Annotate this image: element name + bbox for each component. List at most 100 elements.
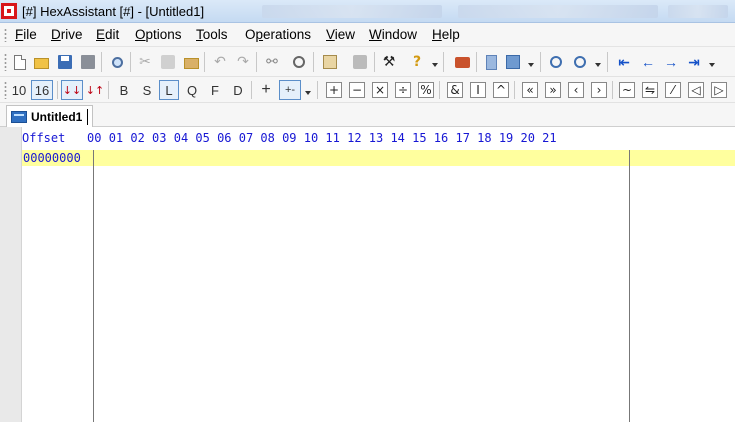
- search-hex-button[interactable]: [546, 52, 566, 72]
- toolbar-separator: [317, 81, 318, 99]
- document-button[interactable]: [481, 52, 501, 72]
- app-icon[interactable]: [1, 3, 17, 19]
- negate-button[interactable]: ⁄: [663, 80, 683, 100]
- search-text-button[interactable]: [570, 52, 590, 72]
- toolbar-grip[interactable]: [4, 53, 7, 71]
- scissors-icon: ✂: [139, 54, 151, 70]
- menu-tools[interactable]: Tools: [196, 27, 228, 42]
- paste-button[interactable]: [181, 52, 201, 72]
- toolbar-separator: [514, 81, 515, 99]
- shift-right-button[interactable]: »: [543, 80, 563, 100]
- tools-button[interactable]: ⚒: [379, 52, 399, 72]
- go-forward-button[interactable]: →: [661, 52, 681, 72]
- open-file-button[interactable]: [31, 52, 51, 72]
- rotate-right-button[interactable]: ›: [589, 80, 609, 100]
- invert-button[interactable]: ~: [617, 80, 637, 100]
- width-double-button[interactable]: D: [228, 80, 248, 100]
- document-tab-untitled1[interactable]: Untitled1: [6, 105, 94, 127]
- xor-button[interactable]: ^: [491, 80, 511, 100]
- base-10-button[interactable]: 10: [9, 80, 29, 100]
- percent-icon: %: [418, 82, 434, 98]
- modulo-button[interactable]: %: [416, 80, 436, 100]
- menu-grip[interactable]: [4, 28, 7, 42]
- menu-options[interactable]: Options: [135, 27, 182, 42]
- multiply-button[interactable]: ×: [370, 80, 390, 100]
- little-endian-button[interactable]: ↓↓: [61, 80, 83, 100]
- toolbar-grip[interactable]: [4, 81, 7, 99]
- signed-add-button[interactable]: +: [256, 80, 276, 100]
- search-text-icon: [574, 56, 586, 68]
- or-icon: I: [470, 82, 486, 98]
- navigate-dropdown-chevron-icon[interactable]: [709, 63, 715, 67]
- width-short-button[interactable]: S: [137, 80, 157, 100]
- rotate-left-button[interactable]: ‹: [566, 80, 586, 100]
- menu-operations[interactable]: Operations: [245, 27, 311, 42]
- help-dropdown-chevron-icon[interactable]: [432, 63, 438, 67]
- and-button[interactable]: &: [445, 80, 465, 100]
- invert-icon: ~: [619, 82, 635, 98]
- swap-button[interactable]: ⇋: [640, 80, 660, 100]
- hex-column-header: Offset 00 01 02 03 04 05 06 07 08 09 10 …: [22, 131, 557, 145]
- background-window-title-blurred-2: [458, 5, 658, 18]
- bookmark-button[interactable]: [503, 52, 523, 72]
- go-back-button[interactable]: ←: [638, 52, 658, 72]
- copy-button[interactable]: [158, 52, 178, 72]
- toolbox-button[interactable]: [452, 52, 472, 72]
- menu-drive[interactable]: Drive: [51, 27, 83, 42]
- mirror-left-button[interactable]: ◁: [686, 80, 706, 100]
- add-button[interactable]: +: [324, 80, 344, 100]
- title-bar: [#] HexAssistant [#] - [Untitled1]: [0, 0, 735, 23]
- undo-button[interactable]: ↶: [210, 52, 230, 72]
- or-button[interactable]: I: [468, 80, 488, 100]
- new-file-button[interactable]: [10, 52, 30, 72]
- print-preview-button[interactable]: [107, 52, 127, 72]
- sign-toggle-button[interactable]: +-: [279, 80, 301, 100]
- sign-dropdown-chevron-icon[interactable]: [305, 91, 311, 95]
- toolbar-separator: [540, 52, 541, 72]
- undo-icon: ↶: [214, 54, 226, 70]
- toolbox-icon: [454, 56, 470, 68]
- toolbar-separator: [439, 81, 440, 99]
- toolbar-separator: [443, 52, 444, 72]
- background-window-title-blurred: [262, 5, 442, 18]
- copy-icon: [161, 55, 175, 69]
- toolbar-separator: [101, 52, 102, 72]
- width-quad-button[interactable]: Q: [182, 80, 202, 100]
- hex-editor-view[interactable]: Offset 00 01 02 03 04 05 06 07 08 09 10 …: [0, 127, 735, 422]
- menu-file[interactable]: File: [15, 27, 37, 42]
- shift-left-button[interactable]: «: [520, 80, 540, 100]
- big-endian-button[interactable]: ↓↑: [85, 80, 105, 100]
- width-float-button[interactable]: F: [205, 80, 225, 100]
- bookmark-dropdown-chevron-icon[interactable]: [528, 63, 534, 67]
- document-tab-strip: Untitled1: [0, 103, 735, 127]
- width-byte-button[interactable]: B: [114, 80, 134, 100]
- save-all-button[interactable]: [78, 52, 98, 72]
- base-16-button[interactable]: 16: [31, 80, 53, 100]
- mirror-right-button[interactable]: ▷: [709, 80, 729, 100]
- find-next-button[interactable]: [289, 52, 309, 72]
- shift-left-icon: «: [522, 82, 538, 98]
- width-long-button[interactable]: L: [159, 80, 179, 100]
- go-first-button[interactable]: ⇤: [614, 52, 634, 72]
- menu-help[interactable]: Help: [432, 27, 460, 42]
- print-button[interactable]: [350, 52, 370, 72]
- menu-window[interactable]: Window: [369, 27, 417, 42]
- go-last-button[interactable]: ⇥: [684, 52, 704, 72]
- save-disk-icon: [58, 55, 72, 69]
- toolbar-separator: [204, 52, 205, 72]
- save-all-icon: [81, 55, 95, 69]
- help-button[interactable]: ?: [407, 52, 427, 72]
- redo-button[interactable]: ↷: [233, 52, 253, 72]
- cut-button[interactable]: ✂: [135, 52, 155, 72]
- open-folder-icon: [33, 58, 49, 69]
- subtract-button[interactable]: −: [347, 80, 367, 100]
- calculator-button[interactable]: [320, 52, 340, 72]
- data-toolbar: 10 16 ↓↓ ↓↑ B S L Q F D + +- + − × ÷ % &…: [0, 77, 735, 103]
- save-button[interactable]: [55, 52, 75, 72]
- offset-column-divider: [93, 150, 94, 422]
- menu-view[interactable]: View: [326, 27, 355, 42]
- search-dropdown-chevron-icon[interactable]: [595, 63, 601, 67]
- find-button[interactable]: ⚯: [262, 52, 282, 72]
- menu-edit[interactable]: Edit: [96, 27, 119, 42]
- divide-button[interactable]: ÷: [393, 80, 413, 100]
